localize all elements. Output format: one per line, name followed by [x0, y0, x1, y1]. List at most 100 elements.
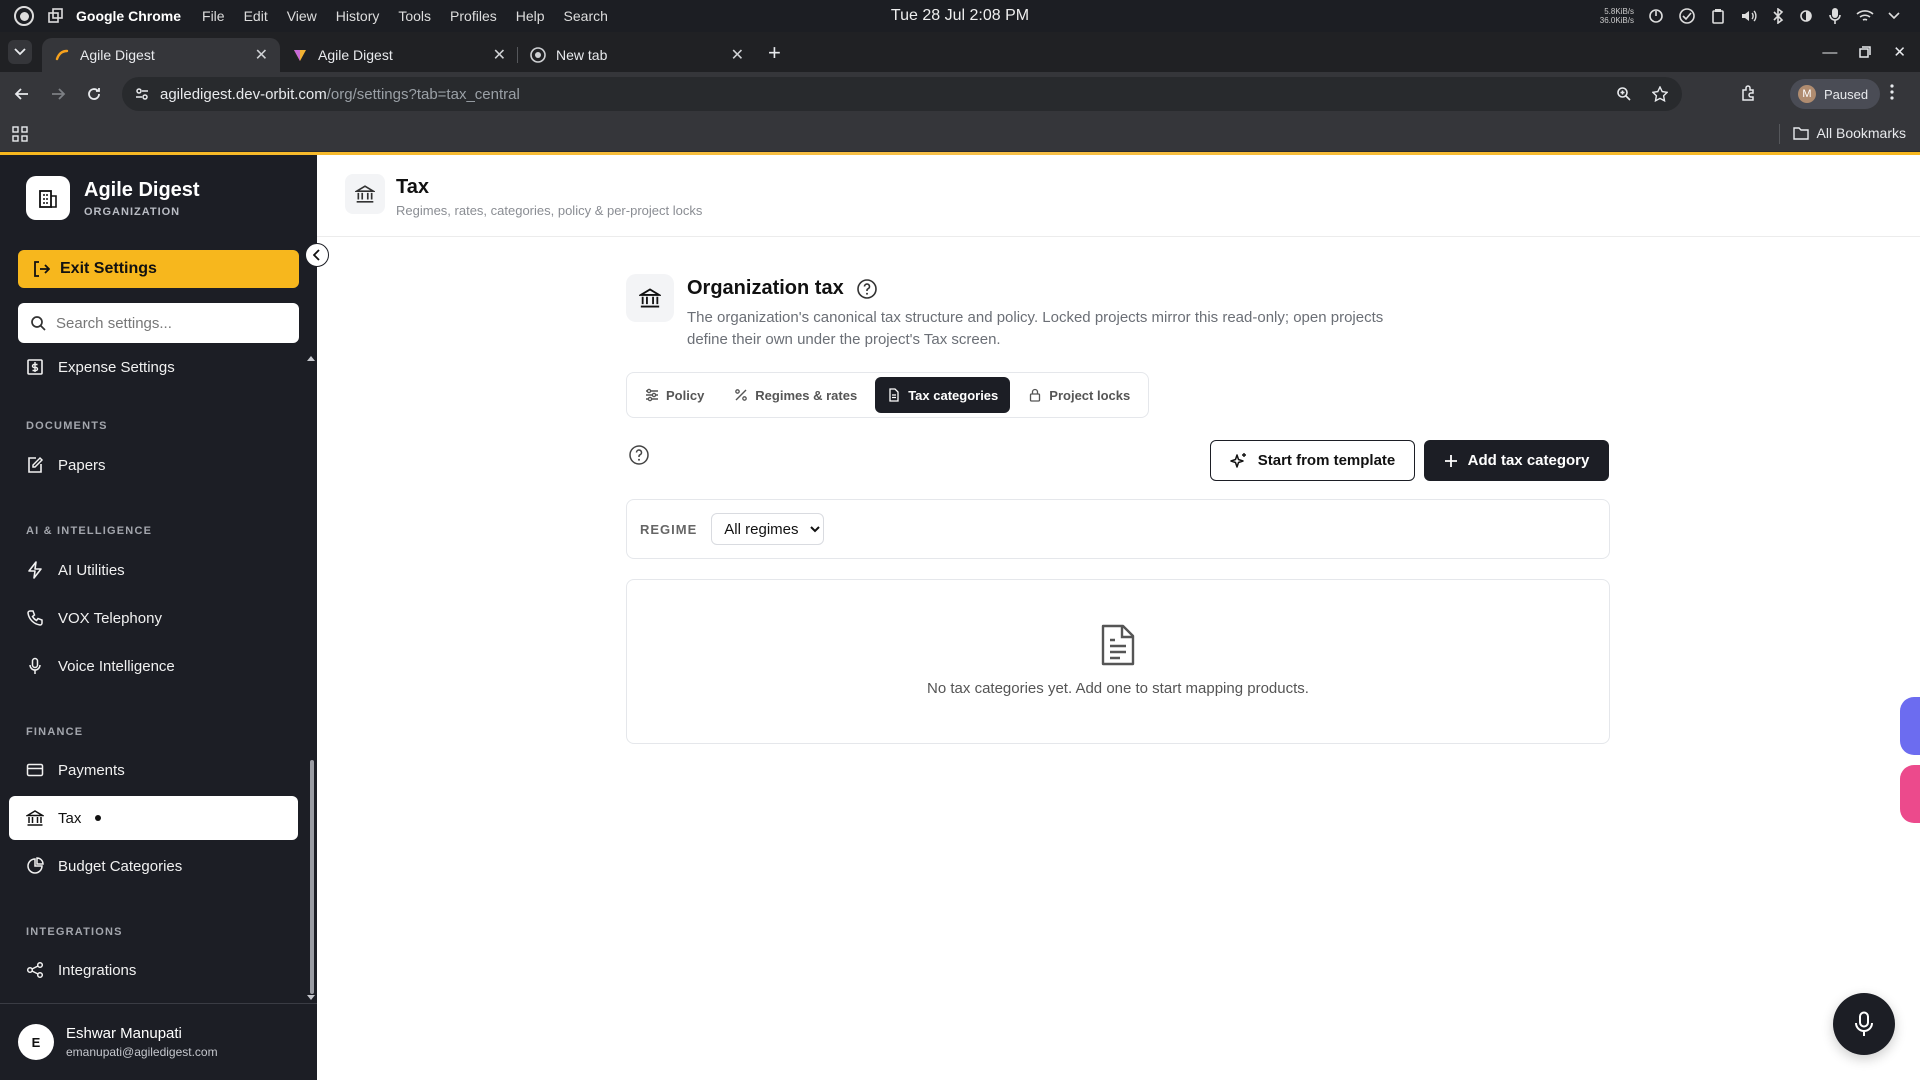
brightness-icon[interactable] — [1798, 8, 1814, 24]
microphone-icon[interactable] — [1828, 7, 1842, 25]
sidebar-item-voice-intelligence[interactable]: Voice Intelligence — [9, 644, 298, 688]
tab-close-icon[interactable]: ✕ — [731, 45, 744, 65]
scroll-down-arrow-icon[interactable] — [307, 995, 315, 1001]
browser-tab-3[interactable]: New tab ✕ — [518, 38, 756, 72]
all-bookmarks-label: All Bookmarks — [1816, 125, 1906, 141]
exit-settings-button[interactable]: Exit Settings — [18, 250, 299, 288]
tab-label: Regimes & rates — [755, 387, 858, 403]
minimize-icon[interactable]: — — [1822, 44, 1837, 61]
menu-file[interactable]: File — [202, 8, 225, 24]
forward-icon[interactable] — [50, 86, 66, 102]
start-from-template-button[interactable]: Start from template — [1210, 440, 1415, 481]
collapse-sidebar-button[interactable] — [305, 243, 329, 267]
microphone-icon — [29, 657, 41, 674]
regime-filter-label: REGIME — [640, 521, 698, 537]
sidebar-item-payments[interactable]: Payments — [9, 748, 298, 792]
back-icon[interactable] — [14, 86, 30, 102]
app-menu: File Edit View History Tools Profiles He… — [202, 8, 608, 24]
tab-label: Tax categories — [908, 387, 999, 403]
sidebar-item-integrations[interactable]: Integrations — [9, 948, 298, 992]
menu-search[interactable]: Search — [564, 8, 608, 24]
reload-icon[interactable] — [86, 86, 102, 102]
tab-regimes-rates[interactable]: Regimes & rates — [722, 377, 869, 413]
wifi-icon[interactable] — [1856, 9, 1874, 23]
lightning-icon — [28, 561, 42, 579]
scroll-up-arrow-icon[interactable] — [307, 355, 315, 361]
browser-tab-2[interactable]: Agile Digest ✕ — [280, 38, 518, 72]
url-text[interactable]: agiledigest.dev-orbit.com/org/settings?t… — [160, 86, 520, 103]
sidebar-item-tax[interactable]: Tax — [9, 796, 298, 840]
sidebar-scrollbar[interactable] — [310, 760, 314, 994]
org-brand[interactable]: Agile Digest ORGANIZATION — [26, 176, 200, 220]
sidebar-item-vox-telephony[interactable]: VOX Telephony — [9, 596, 298, 640]
site-info-icon[interactable] — [134, 86, 150, 102]
browser-menu-icon[interactable] — [1890, 84, 1894, 100]
browser-tab-1[interactable]: Agile Digest ✕ — [42, 38, 280, 72]
volume-icon[interactable] — [1740, 8, 1758, 24]
bookmark-star-icon[interactable] — [1652, 86, 1668, 102]
url-host: agiledigest.dev-orbit.com — [160, 85, 327, 103]
address-bar[interactable]: agiledigest.dev-orbit.com/org/settings?t… — [122, 77, 1682, 111]
clock[interactable]: Tue 28 Jul 2:08 PM — [891, 7, 1029, 25]
tab-project-locks[interactable]: Project locks — [1016, 377, 1142, 413]
restore-icon[interactable] — [1859, 46, 1872, 58]
tab-close-icon[interactable]: ✕ — [493, 45, 506, 65]
sidebar-item-budget-categories[interactable]: Budget Categories — [9, 844, 298, 888]
os-activities-icon[interactable] — [14, 6, 34, 26]
menu-help[interactable]: Help — [516, 8, 545, 24]
voice-assistant-button[interactable] — [1833, 993, 1895, 1055]
logout-icon — [34, 261, 50, 277]
menu-tools[interactable]: Tools — [398, 8, 431, 24]
power-icon[interactable] — [1648, 8, 1664, 24]
add-tax-category-button[interactable]: Add tax category — [1424, 440, 1609, 481]
document-icon — [889, 388, 899, 402]
tray-menu-chevron-icon[interactable] — [1888, 12, 1900, 20]
help-circle-icon[interactable] — [628, 444, 650, 466]
share-nodes-icon — [26, 961, 44, 979]
tab-tax-categories[interactable]: Tax categories — [875, 377, 1011, 413]
new-tab-button[interactable]: + — [768, 40, 781, 66]
current-user[interactable]: E Eshwar Manupati emanupati@agiledigest.… — [0, 1003, 317, 1080]
all-bookmarks-button[interactable]: All Bookmarks — [1792, 125, 1906, 141]
settings-search-input[interactable] — [56, 314, 276, 332]
tab-title: Agile Digest — [80, 47, 155, 63]
settings-search[interactable] — [18, 303, 299, 343]
user-email: emanupati@agiledigest.com — [66, 1045, 218, 1059]
regime-select[interactable]: All regimes — [711, 513, 825, 545]
tax-tabs: Policy Regimes & rates Tax categories Pr… — [626, 372, 1150, 418]
sidebar-item-expense-settings[interactable]: Expense Settings — [9, 345, 298, 389]
section-integrations: INTEGRATIONS — [26, 926, 123, 938]
sidebar-item-papers[interactable]: Papers — [9, 443, 298, 487]
main-content: Tax Regimes, rates, categories, policy &… — [317, 155, 1920, 1080]
sync-icon[interactable] — [1678, 7, 1696, 25]
tab-policy[interactable]: Policy — [633, 377, 716, 413]
microphone-icon — [1855, 1011, 1873, 1036]
tab-search-button[interactable] — [8, 40, 32, 64]
tab-label: Policy — [666, 387, 705, 403]
page-title: Tax — [396, 176, 429, 198]
extensions-icon[interactable] — [1740, 84, 1758, 102]
user-info: Eshwar Manupati emanupati@agiledigest.co… — [66, 1025, 218, 1059]
clipboard-icon[interactable] — [1710, 8, 1726, 24]
phone-icon — [27, 610, 43, 626]
floating-widget-purple[interactable] — [1900, 697, 1920, 755]
window-switch-icon[interactable] — [48, 8, 64, 24]
menu-profiles[interactable]: Profiles — [450, 8, 497, 24]
help-circle-icon[interactable] — [856, 278, 878, 300]
profile-button[interactable]: M Paused — [1790, 79, 1880, 109]
active-app-name[interactable]: Google Chrome — [76, 8, 181, 24]
floating-widget-pink[interactable] — [1900, 765, 1920, 823]
sidebar-item-label: Expense Settings — [58, 358, 175, 376]
close-window-icon[interactable]: ✕ — [1893, 43, 1906, 61]
browser-tab-strip: Agile Digest ✕ Agile Digest ✕ New tab ✕ … — [0, 32, 1920, 72]
net-down: 36.0KiB/s — [1599, 16, 1634, 25]
sidebar-item-ai-utilities[interactable]: AI Utilities — [9, 548, 298, 592]
menu-history[interactable]: History — [336, 8, 380, 24]
edit-document-icon — [28, 456, 44, 473]
menu-edit[interactable]: Edit — [244, 8, 268, 24]
apps-grid-icon[interactable] — [12, 126, 28, 142]
menu-view[interactable]: View — [287, 8, 317, 24]
zoom-icon[interactable] — [1616, 86, 1632, 102]
bluetooth-icon[interactable] — [1772, 8, 1784, 24]
tab-close-icon[interactable]: ✕ — [255, 45, 268, 65]
